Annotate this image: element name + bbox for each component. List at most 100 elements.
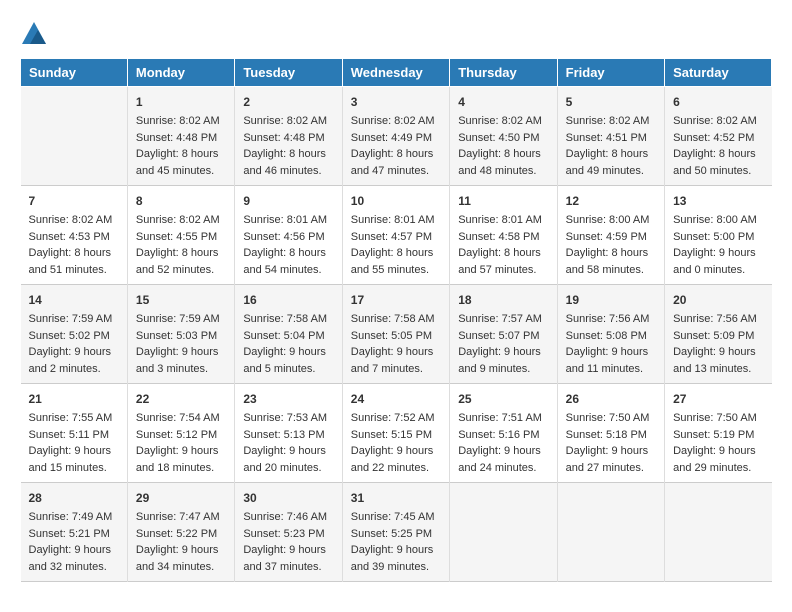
week-row-1: 1Sunrise: 8:02 AM Sunset: 4:48 PM Daylig… (21, 87, 772, 186)
calendar-cell: 31 Sunrise: 7:45 AM Sunset: 5:25 PM Dayli… (342, 483, 449, 582)
calendar-cell: 10 Sunrise: 8:01 AM Sunset: 4:57 PM Dayli… (342, 186, 449, 285)
day-number: 20 (673, 291, 763, 309)
calendar-cell (21, 87, 128, 186)
calendar-cell: 12 Sunrise: 8:00 AM Sunset: 4:59 PM Dayli… (557, 186, 664, 285)
header-cell-monday: Monday (127, 59, 234, 87)
day-number: 3 (351, 93, 441, 111)
day-info: Sunrise: 7:58 AM Sunset: 5:05 PM Dayligh… (351, 311, 441, 377)
day-info: Sunrise: 8:02 AM Sunset: 4:53 PM Dayligh… (29, 212, 119, 278)
day-number: 30 (243, 489, 333, 507)
day-number: 19 (566, 291, 656, 309)
day-number: 12 (566, 192, 656, 210)
week-row-5: 28 Sunrise: 7:49 AM Sunset: 5:21 PM Dayli… (21, 483, 772, 582)
day-info: Sunrise: 8:00 AM Sunset: 5:00 PM Dayligh… (673, 212, 763, 278)
calendar-table: SundayMondayTuesdayWednesdayThursdayFrid… (20, 58, 772, 582)
day-info: Sunrise: 7:52 AM Sunset: 5:15 PM Dayligh… (351, 410, 441, 476)
header-row: SundayMondayTuesdayWednesdayThursdayFrid… (21, 59, 772, 87)
day-number: 10 (351, 192, 441, 210)
calendar-cell: 18Sunrise: 7:57 AM Sunset: 5:07 PM Dayli… (450, 285, 557, 384)
calendar-cell: 17 Sunrise: 7:58 AM Sunset: 5:05 PM Dayli… (342, 285, 449, 384)
day-info: Sunrise: 8:02 AM Sunset: 4:49 PM Dayligh… (351, 113, 441, 179)
day-number: 28 (29, 489, 119, 507)
calendar-cell: 19 Sunrise: 7:56 AM Sunset: 5:08 PM Dayli… (557, 285, 664, 384)
calendar-cell: 26 Sunrise: 7:50 AM Sunset: 5:18 PM Dayli… (557, 384, 664, 483)
day-info: Sunrise: 8:02 AM Sunset: 4:52 PM Dayligh… (673, 113, 763, 179)
day-info: Sunrise: 7:56 AM Sunset: 5:09 PM Dayligh… (673, 311, 763, 377)
day-info: Sunrise: 7:54 AM Sunset: 5:12 PM Dayligh… (136, 410, 226, 476)
day-info: Sunrise: 7:58 AM Sunset: 5:04 PM Dayligh… (243, 311, 333, 377)
calendar-cell: 28 Sunrise: 7:49 AM Sunset: 5:21 PM Dayli… (21, 483, 128, 582)
day-number: 6 (673, 93, 763, 111)
week-row-2: 7 Sunrise: 8:02 AM Sunset: 4:53 PM Daylig… (21, 186, 772, 285)
week-row-4: 21 Sunrise: 7:55 AM Sunset: 5:11 PM Dayli… (21, 384, 772, 483)
day-number: 14 (29, 291, 119, 309)
day-info: Sunrise: 7:50 AM Sunset: 5:18 PM Dayligh… (566, 410, 656, 476)
calendar-cell: 16 Sunrise: 7:58 AM Sunset: 5:04 PM Dayli… (235, 285, 342, 384)
day-number: 13 (673, 192, 763, 210)
day-info: Sunrise: 7:47 AM Sunset: 5:22 PM Dayligh… (136, 509, 226, 575)
calendar-cell: 9Sunrise: 8:01 AM Sunset: 4:56 PM Daylig… (235, 186, 342, 285)
day-number: 24 (351, 390, 441, 408)
header-cell-tuesday: Tuesday (235, 59, 342, 87)
calendar-cell: 15 Sunrise: 7:59 AM Sunset: 5:03 PM Dayli… (127, 285, 234, 384)
day-info: Sunrise: 7:59 AM Sunset: 5:02 PM Dayligh… (29, 311, 119, 377)
calendar-header: SundayMondayTuesdayWednesdayThursdayFrid… (21, 59, 772, 87)
day-info: Sunrise: 8:02 AM Sunset: 4:51 PM Dayligh… (566, 113, 656, 179)
header-cell-friday: Friday (557, 59, 664, 87)
calendar-cell: 8 Sunrise: 8:02 AM Sunset: 4:55 PM Daylig… (127, 186, 234, 285)
calendar-cell: 30 Sunrise: 7:46 AM Sunset: 5:23 PM Dayli… (235, 483, 342, 582)
day-info: Sunrise: 8:02 AM Sunset: 4:50 PM Dayligh… (458, 113, 548, 179)
day-number: 8 (136, 192, 226, 210)
day-info: Sunrise: 7:51 AM Sunset: 5:16 PM Dayligh… (458, 410, 548, 476)
day-number: 26 (566, 390, 656, 408)
logo (20, 20, 52, 48)
day-info: Sunrise: 7:50 AM Sunset: 5:19 PM Dayligh… (673, 410, 763, 476)
day-info: Sunrise: 8:01 AM Sunset: 4:57 PM Dayligh… (351, 212, 441, 278)
day-info: Sunrise: 8:00 AM Sunset: 4:59 PM Dayligh… (566, 212, 656, 278)
calendar-cell: 11Sunrise: 8:01 AM Sunset: 4:58 PM Dayli… (450, 186, 557, 285)
day-number: 7 (29, 192, 119, 210)
day-number: 16 (243, 291, 333, 309)
calendar-cell: 27 Sunrise: 7:50 AM Sunset: 5:19 PM Dayli… (665, 384, 772, 483)
day-info: Sunrise: 7:56 AM Sunset: 5:08 PM Dayligh… (566, 311, 656, 377)
day-number: 23 (243, 390, 333, 408)
day-info: Sunrise: 7:49 AM Sunset: 5:21 PM Dayligh… (29, 509, 119, 575)
calendar-cell: 29 Sunrise: 7:47 AM Sunset: 5:22 PM Dayli… (127, 483, 234, 582)
day-info: Sunrise: 7:59 AM Sunset: 5:03 PM Dayligh… (136, 311, 226, 377)
calendar-cell (665, 483, 772, 582)
day-number: 18 (458, 291, 548, 309)
day-info: Sunrise: 7:53 AM Sunset: 5:13 PM Dayligh… (243, 410, 333, 476)
day-number: 27 (673, 390, 763, 408)
day-info: Sunrise: 7:55 AM Sunset: 5:11 PM Dayligh… (29, 410, 119, 476)
calendar-cell: 13 Sunrise: 8:00 AM Sunset: 5:00 PM Dayli… (665, 186, 772, 285)
calendar-cell: 25 Sunrise: 7:51 AM Sunset: 5:16 PM Dayli… (450, 384, 557, 483)
calendar-body: 1Sunrise: 8:02 AM Sunset: 4:48 PM Daylig… (21, 87, 772, 582)
day-info: Sunrise: 8:01 AM Sunset: 4:58 PM Dayligh… (458, 212, 548, 278)
calendar-cell: 21 Sunrise: 7:55 AM Sunset: 5:11 PM Dayli… (21, 384, 128, 483)
day-number: 22 (136, 390, 226, 408)
calendar-cell: 3 Sunrise: 8:02 AM Sunset: 4:49 PM Daylig… (342, 87, 449, 186)
day-number: 31 (351, 489, 441, 507)
calendar-cell: 14 Sunrise: 7:59 AM Sunset: 5:02 PM Dayli… (21, 285, 128, 384)
calendar-cell: 6 Sunrise: 8:02 AM Sunset: 4:52 PM Daylig… (665, 87, 772, 186)
header-cell-thursday: Thursday (450, 59, 557, 87)
calendar-cell: 5Sunrise: 8:02 AM Sunset: 4:51 PM Daylig… (557, 87, 664, 186)
day-number: 2 (243, 93, 333, 111)
day-number: 25 (458, 390, 548, 408)
logo-icon (20, 20, 48, 48)
calendar-cell: 1Sunrise: 8:02 AM Sunset: 4:48 PM Daylig… (127, 87, 234, 186)
day-number: 17 (351, 291, 441, 309)
day-info: Sunrise: 7:46 AM Sunset: 5:23 PM Dayligh… (243, 509, 333, 575)
calendar-cell (450, 483, 557, 582)
calendar-cell (557, 483, 664, 582)
calendar-cell: 20 Sunrise: 7:56 AM Sunset: 5:09 PM Dayli… (665, 285, 772, 384)
day-info: Sunrise: 7:45 AM Sunset: 5:25 PM Dayligh… (351, 509, 441, 575)
header (20, 20, 772, 48)
calendar-cell: 22 Sunrise: 7:54 AM Sunset: 5:12 PM Dayli… (127, 384, 234, 483)
day-number: 21 (29, 390, 119, 408)
day-number: 29 (136, 489, 226, 507)
day-number: 4 (458, 93, 548, 111)
day-info: Sunrise: 8:02 AM Sunset: 4:55 PM Dayligh… (136, 212, 226, 278)
day-number: 15 (136, 291, 226, 309)
header-cell-saturday: Saturday (665, 59, 772, 87)
